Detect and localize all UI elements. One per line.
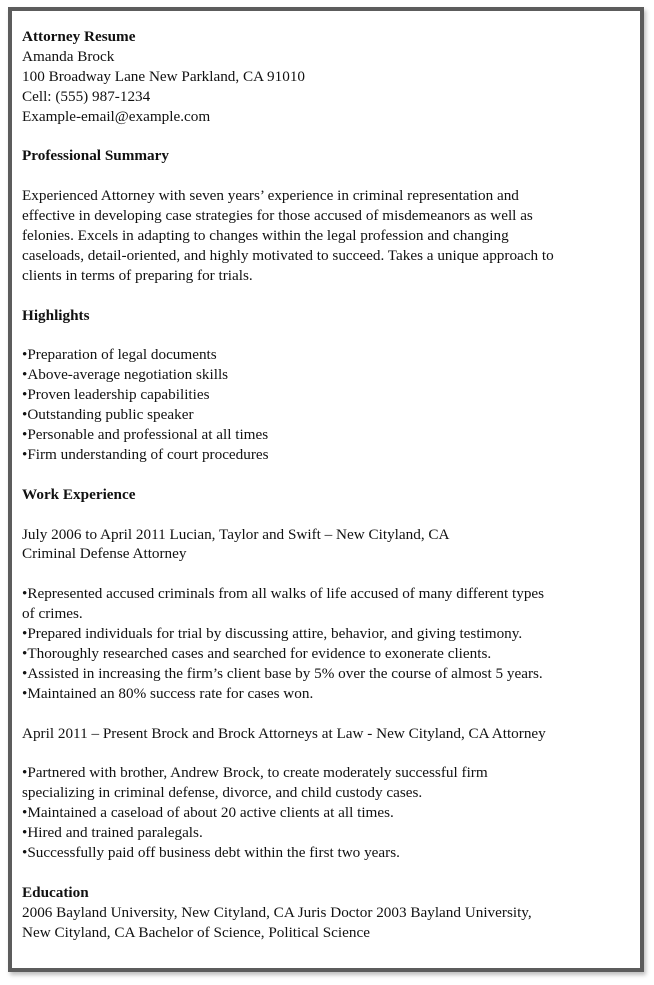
highlight-item: •Above-average negotiation skills — [22, 366, 229, 384]
highlight-item: •Firm understanding of court procedures — [22, 445, 269, 463]
summary-line: clients in terms of preparing for trials… — [22, 266, 253, 284]
highlight-item: •Outstanding public speaker — [22, 406, 194, 424]
email: Example-email@example.com — [22, 107, 211, 125]
job-bullet: •Represented accused criminals from all … — [22, 585, 545, 603]
job-entry: April 2011 – Present Brock and Brock Att… — [22, 724, 622, 863]
summary-line: effective in developing case strategies … — [22, 207, 533, 225]
job-bullet: of crimes. — [22, 605, 83, 623]
summary-text: Experienced Attorney with seven years’ e… — [22, 186, 622, 286]
document-title: Attorney Resume — [22, 28, 136, 45]
highlight-item: •Personable and professional at all time… — [22, 426, 269, 444]
education-heading: Education — [22, 883, 89, 901]
job-bullet: •Assisted in increasing the firm’s clien… — [22, 664, 543, 682]
job-bullet: •Maintained a caseload of about 20 activ… — [22, 804, 394, 822]
work-heading: Work Experience — [22, 485, 136, 503]
job-bullet: specializing in criminal defense, divorc… — [22, 784, 423, 802]
job-bullet: •Hired and trained paralegals. — [22, 824, 203, 842]
job-title: Criminal Defense Attorney — [22, 545, 187, 563]
job-entry: July 2006 to April 2011 Lucian, Taylor a… — [22, 525, 622, 704]
resume-document: Attorney Resume Amanda Brock 100 Broadwa… — [22, 27, 622, 943]
highlight-item: •Proven leadership capabilities — [22, 386, 210, 404]
highlights-list: •Preparation of legal documents •Above-a… — [22, 345, 622, 464]
job-bullet: •Partnered with brother, Andrew Brock, t… — [22, 764, 488, 782]
job-header: July 2006 to April 2011 Lucian, Taylor a… — [22, 525, 450, 543]
summary-heading: Professional Summary — [22, 147, 169, 165]
highlights-heading: Highlights — [22, 306, 90, 324]
job-bullet: •Successfully paid off business debt wit… — [22, 844, 400, 862]
phone: Cell: (555) 987-1234 — [22, 87, 151, 105]
job-bullet: •Maintained an 80% success rate for case… — [22, 684, 314, 702]
job-bullet: •Prepared individuals for trial by discu… — [22, 625, 523, 643]
candidate-name: Amanda Brock — [22, 47, 115, 65]
summary-line: felonies. Excels in adapting to changes … — [22, 227, 509, 245]
summary-line: caseloads, detail-oriented, and highly m… — [22, 246, 554, 264]
highlight-item: •Preparation of legal documents — [22, 346, 217, 364]
education-line: New Cityland, CA Bachelor of Science, Po… — [22, 923, 370, 941]
summary-line: Experienced Attorney with seven years’ e… — [22, 187, 519, 205]
education-line: 2006 Bayland University, New Cityland, C… — [22, 903, 532, 921]
address: 100 Broadway Lane New Parkland, CA 91010 — [22, 67, 306, 85]
job-bullet: •Thoroughly researched cases and searche… — [22, 644, 492, 662]
job-header: April 2011 – Present Brock and Brock Att… — [22, 724, 546, 742]
